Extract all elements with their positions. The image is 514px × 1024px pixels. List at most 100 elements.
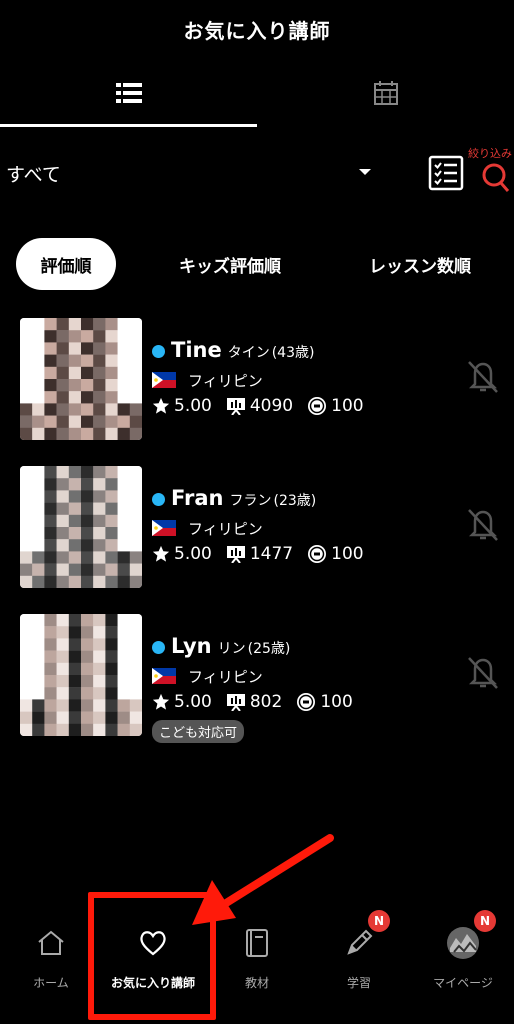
lesson-board-icon bbox=[226, 398, 245, 415]
philippines-flag-icon bbox=[152, 668, 176, 684]
teacher-name: Tine bbox=[171, 338, 222, 362]
teacher-age: (43歳) bbox=[271, 345, 315, 361]
filter-search-label: 絞り込み bbox=[468, 147, 512, 160]
name-line: Tine タイン (43歳) bbox=[152, 338, 452, 368]
teacher-coin-price: 100 bbox=[320, 692, 353, 712]
teacher-photo bbox=[20, 614, 142, 736]
filter-search-button[interactable]: 絞り込み bbox=[468, 145, 514, 201]
sort-tab-kids-rating[interactable]: キッズ評価順 bbox=[160, 238, 300, 290]
heart-icon bbox=[140, 931, 166, 956]
teacher-lesson-count: 4090 bbox=[249, 396, 294, 416]
page-title: お気に入り講師 bbox=[183, 18, 331, 43]
teacher-rating: 5.00 bbox=[174, 396, 212, 416]
pencil-icon bbox=[347, 929, 373, 955]
rating-stat: 5.00 bbox=[152, 692, 212, 712]
search-icon bbox=[482, 163, 510, 192]
star-icon bbox=[152, 693, 170, 710]
profile-avatar-icon bbox=[447, 927, 479, 959]
lesson-count-stat: 1477 bbox=[226, 544, 293, 564]
lesson-board-icon bbox=[226, 546, 245, 563]
sort-tabs: 評価順 キッズ評価順 レッスン数順 bbox=[0, 238, 514, 292]
nav-materials-label: 教材 bbox=[244, 976, 269, 990]
teacher-card[interactable]: Fran フラン (23歳) フィリピン 5.00 1477 100 bbox=[0, 466, 514, 596]
country-line: フィリピン bbox=[152, 516, 452, 540]
philippines-flag-icon bbox=[152, 520, 176, 536]
online-status-dot bbox=[152, 345, 165, 358]
nav-home-label: ホーム bbox=[33, 976, 69, 990]
notification-off-icon[interactable] bbox=[466, 358, 500, 394]
teacher-coin-price: 100 bbox=[331, 396, 364, 416]
home-icon bbox=[38, 930, 64, 955]
teacher-country: フィリピン bbox=[188, 519, 263, 538]
teacher-lesson-count: 1477 bbox=[249, 544, 294, 564]
coin-icon bbox=[308, 397, 327, 415]
tab-list-view[interactable] bbox=[0, 58, 257, 128]
coin-stat: 100 bbox=[307, 544, 364, 564]
teacher-name: Fran bbox=[171, 486, 224, 510]
online-status-dot bbox=[152, 493, 165, 506]
checklist-icon[interactable] bbox=[428, 155, 464, 191]
filter-row: すべて 絞り込み bbox=[0, 145, 514, 205]
teacher-info: Tine タイン (43歳) フィリピン 5.00 4090 100 bbox=[152, 338, 452, 420]
teacher-name: Lyn bbox=[171, 634, 212, 658]
coin-icon bbox=[308, 545, 327, 563]
nav-mypage[interactable]: マイページ N bbox=[412, 910, 514, 1010]
study-notification-badge: N bbox=[368, 910, 390, 932]
app-header: お気に入り講師 bbox=[0, 0, 514, 58]
online-status-dot bbox=[152, 641, 165, 654]
nav-mypage-label: マイページ bbox=[433, 976, 493, 990]
teacher-photo-pixelated bbox=[20, 466, 142, 588]
teacher-country: フィリピン bbox=[188, 667, 263, 686]
lesson-count-stat: 802 bbox=[226, 692, 282, 712]
country-line: フィリピン bbox=[152, 664, 452, 688]
stats-line: 5.00 802 100 bbox=[152, 688, 452, 716]
rating-stat: 5.00 bbox=[152, 544, 212, 564]
nav-favorite-teachers[interactable]: お気に入り講師 bbox=[102, 910, 204, 1010]
sort-tab-rating[interactable]: 評価順 bbox=[16, 238, 116, 290]
dropdown-arrow-icon bbox=[359, 169, 371, 175]
teacher-info: Lyn リン (25歳) フィリピン 5.00 802 100 こども対応可 bbox=[152, 634, 452, 743]
teacher-rating: 5.00 bbox=[174, 692, 212, 712]
teacher-name-kana: リン bbox=[217, 641, 246, 657]
bottom-nav: ホーム お気に入り講師 教材 学習 N マイページ N bbox=[0, 910, 514, 1024]
notification-off-icon[interactable] bbox=[466, 506, 500, 542]
teacher-age: (23歳) bbox=[273, 493, 317, 509]
rating-stat: 5.00 bbox=[152, 396, 212, 416]
stats-line: 5.00 1477 100 bbox=[152, 540, 452, 568]
teacher-rating: 5.00 bbox=[174, 544, 212, 564]
calendar-icon bbox=[373, 81, 398, 105]
teacher-name-kana: フラン bbox=[229, 493, 272, 509]
sort-tab-lesson-count[interactable]: レッスン数順 bbox=[350, 238, 490, 290]
nav-favorite-teachers-label: お気に入り講師 bbox=[110, 976, 195, 990]
teacher-age: (25歳) bbox=[247, 641, 291, 657]
category-select[interactable]: すべて bbox=[0, 145, 380, 201]
book-icon bbox=[246, 929, 268, 957]
philippines-flag-icon bbox=[152, 372, 176, 388]
teacher-photo bbox=[20, 318, 142, 440]
teacher-photo-pixelated bbox=[20, 318, 142, 440]
star-icon bbox=[152, 397, 170, 414]
nav-home[interactable]: ホーム bbox=[0, 910, 102, 1010]
nav-study[interactable]: 学習 N bbox=[308, 910, 410, 1010]
active-tab-indicator bbox=[0, 124, 257, 127]
teacher-photo bbox=[20, 466, 142, 588]
teacher-coin-price: 100 bbox=[331, 544, 364, 564]
lesson-board-icon bbox=[226, 694, 245, 711]
nav-study-label: 学習 bbox=[346, 976, 371, 990]
notification-off-icon[interactable] bbox=[466, 654, 500, 690]
teacher-lesson-count: 802 bbox=[249, 692, 283, 712]
star-icon bbox=[152, 545, 170, 562]
teacher-photo-pixelated bbox=[20, 614, 142, 736]
teacher-name-kana: タイン bbox=[227, 345, 270, 361]
teacher-country: フィリピン bbox=[188, 371, 263, 390]
teacher-info: Fran フラン (23歳) フィリピン 5.00 1477 100 bbox=[152, 486, 452, 568]
stats-line: 5.00 4090 100 bbox=[152, 392, 452, 420]
list-icon bbox=[115, 83, 142, 103]
country-line: フィリピン bbox=[152, 368, 452, 392]
nav-materials[interactable]: 教材 bbox=[206, 910, 308, 1010]
kids-ok-badge: こども対応可 bbox=[152, 720, 245, 743]
tab-calendar-view[interactable] bbox=[257, 58, 514, 128]
teacher-card[interactable]: Lyn リン (25歳) フィリピン 5.00 802 100 こども対応可 bbox=[0, 614, 514, 744]
coin-icon bbox=[297, 693, 316, 711]
teacher-card[interactable]: Tine タイン (43歳) フィリピン 5.00 4090 100 bbox=[0, 318, 514, 448]
